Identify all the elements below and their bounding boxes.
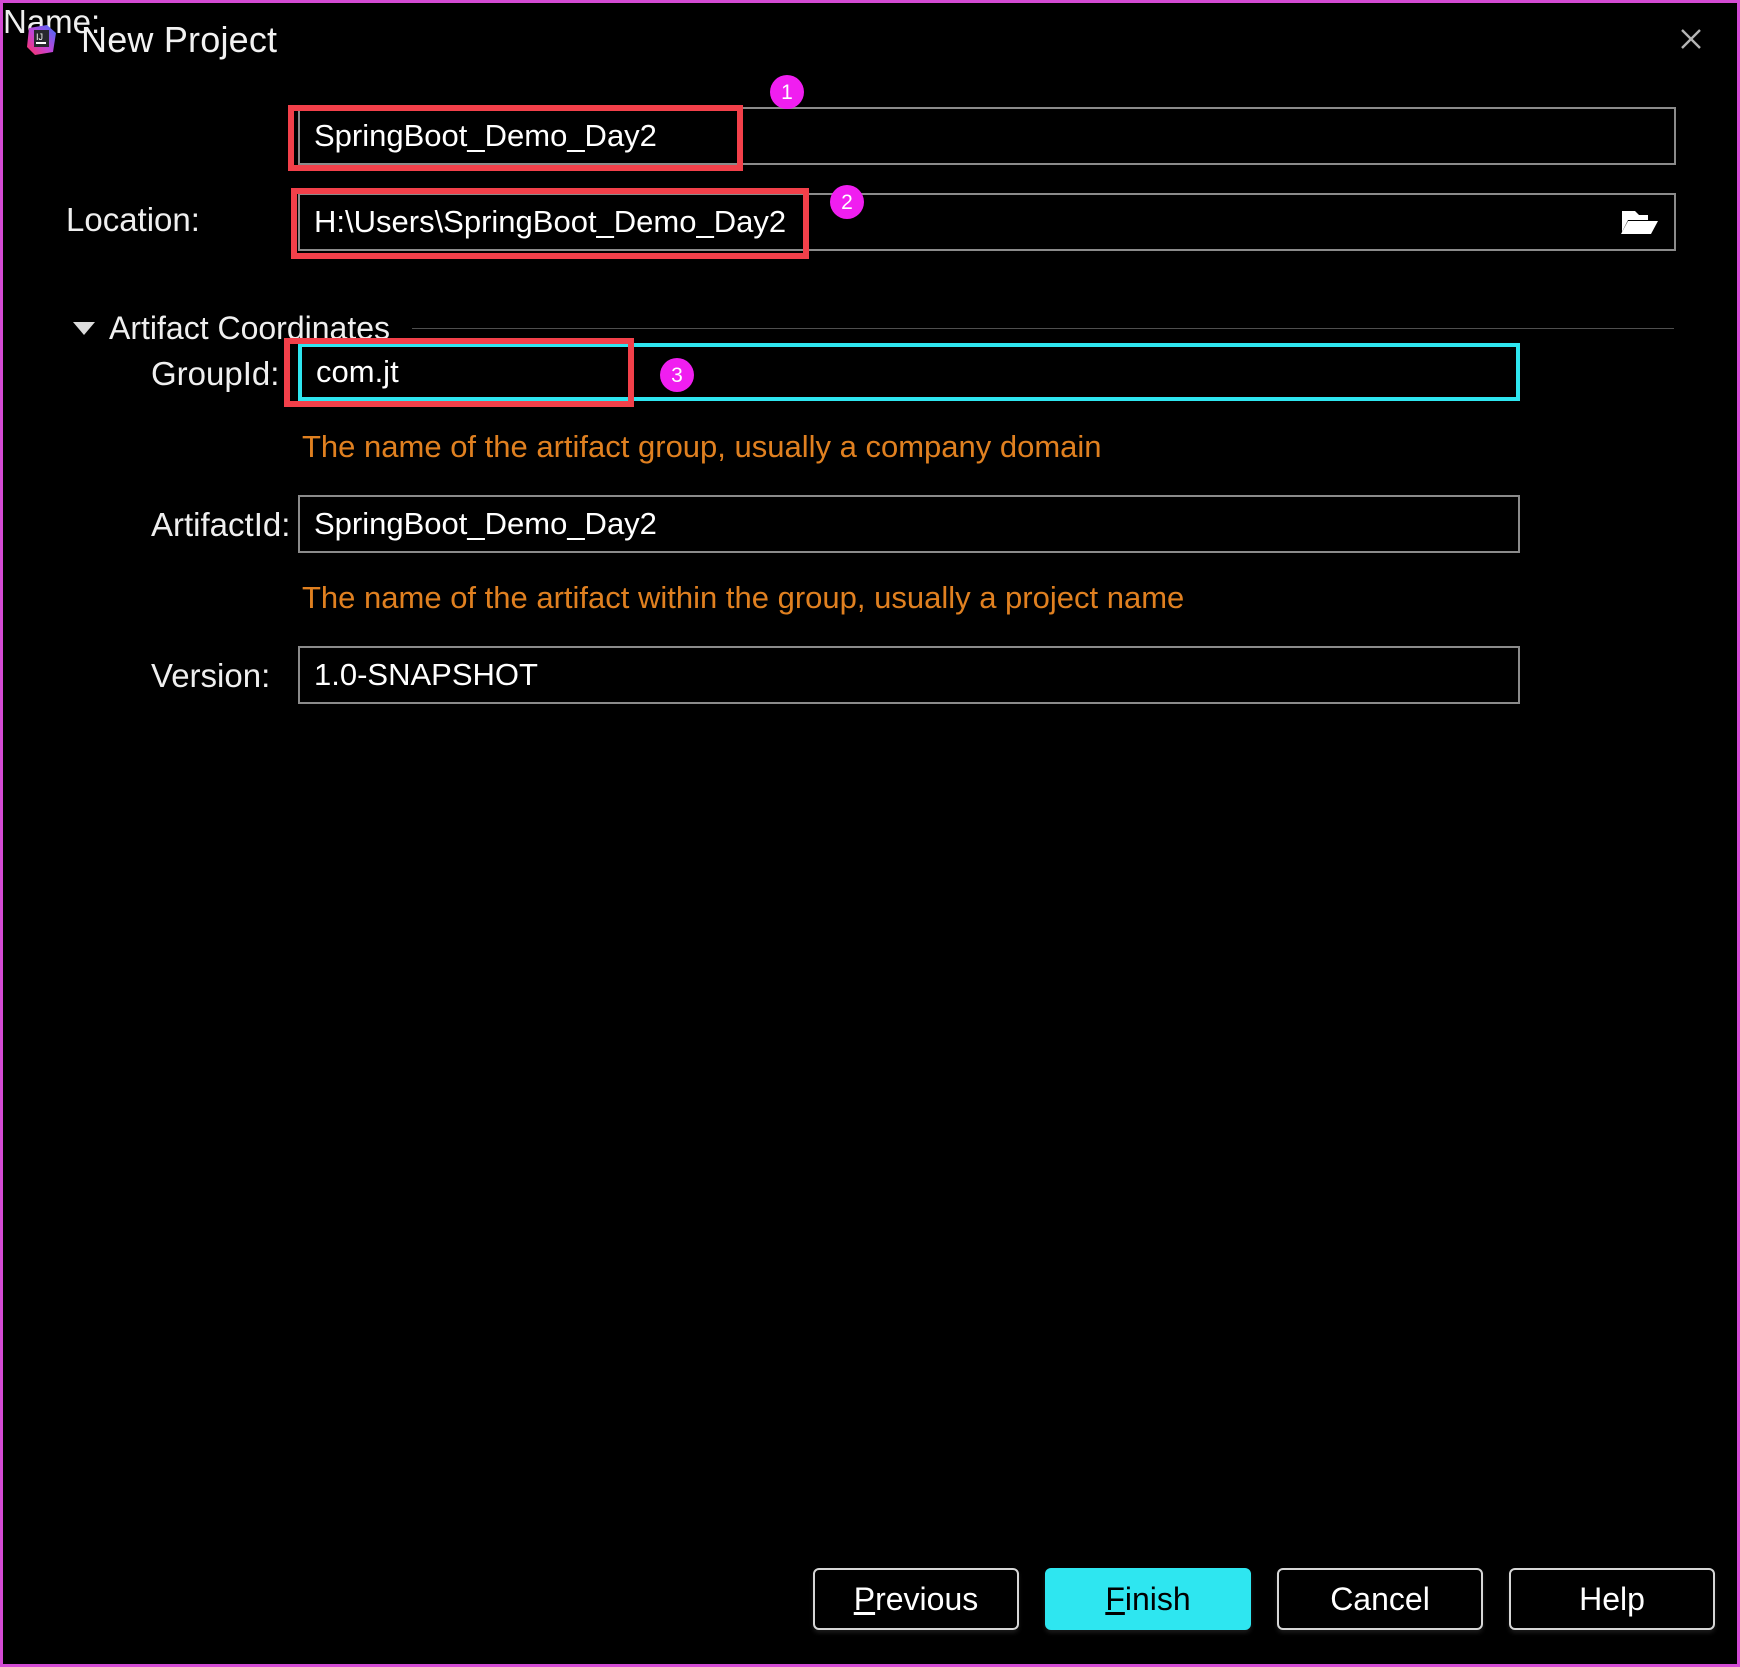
finish-label: inish: [1124, 1580, 1191, 1617]
annotation-badge-2: 2: [830, 185, 864, 219]
artifactid-input-value: SpringBoot_Demo_Day2: [314, 506, 657, 541]
finish-mnemonic: F: [1105, 1580, 1125, 1617]
finish-button[interactable]: Finish: [1045, 1568, 1251, 1630]
title-bar: IJ New Project: [3, 3, 1737, 77]
artifact-coordinates-title: Artifact Coordinates: [109, 309, 391, 346]
annotation-badge-1: 1: [770, 75, 804, 109]
help-label: Help: [1579, 1580, 1645, 1617]
groupid-hint: The name of the artifact group, usually …: [302, 429, 1102, 464]
dialog-footer: Previous Finish Cancel Help: [3, 1568, 1737, 1630]
artifactid-label: ArtifactId:: [151, 506, 291, 543]
intellij-idea-icon: IJ: [25, 23, 59, 57]
folder-open-icon[interactable]: [1612, 199, 1666, 245]
groupid-input[interactable]: com.jt: [298, 343, 1520, 401]
artifact-coordinates-section-header[interactable]: Artifact Coordinates: [73, 308, 1678, 348]
chevron-down-icon: [73, 321, 95, 335]
section-divider: [412, 327, 1674, 329]
groupid-label: GroupId:: [151, 355, 280, 392]
previous-label: revious: [875, 1580, 979, 1617]
previous-mnemonic: P: [853, 1580, 876, 1617]
close-icon[interactable]: [1663, 13, 1719, 65]
location-input[interactable]: H:\Users\SpringBoot_Demo_Day2: [298, 193, 1676, 251]
version-input[interactable]: 1.0-SNAPSHOT: [298, 646, 1520, 704]
version-input-value: 1.0-SNAPSHOT: [314, 657, 538, 692]
new-project-dialog: IJ New Project Name: SpringBoot_Demo_Day…: [0, 0, 1740, 1667]
name-input[interactable]: SpringBoot_Demo_Day2: [298, 107, 1676, 165]
groupid-input-value: com.jt: [316, 354, 399, 389]
cancel-button[interactable]: Cancel: [1277, 1568, 1483, 1630]
svg-text:IJ: IJ: [36, 32, 43, 42]
artifactid-hint: The name of the artifact within the grou…: [302, 580, 1185, 615]
help-button[interactable]: Help: [1509, 1568, 1715, 1630]
artifactid-input[interactable]: SpringBoot_Demo_Day2: [298, 495, 1520, 553]
dialog-title: New Project: [81, 19, 278, 60]
name-input-value: SpringBoot_Demo_Day2: [314, 118, 657, 153]
version-label: Version:: [151, 657, 271, 694]
annotation-badge-3: 3: [660, 358, 694, 392]
cancel-label: Cancel: [1330, 1580, 1430, 1617]
location-input-value: H:\Users\SpringBoot_Demo_Day2: [314, 204, 787, 239]
previous-button[interactable]: Previous: [813, 1568, 1019, 1630]
location-label: Location:: [66, 201, 200, 238]
